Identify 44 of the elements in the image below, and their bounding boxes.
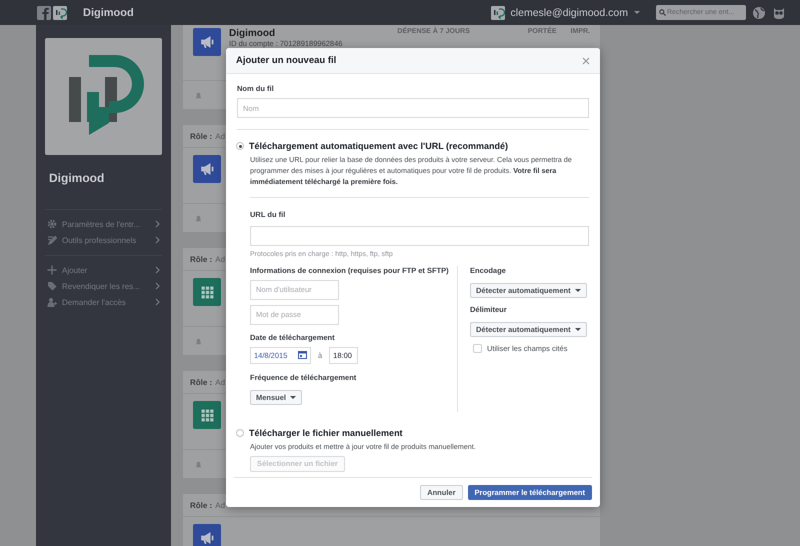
role-label: Rôle : (190, 500, 212, 510)
role-value: Ad (215, 500, 226, 510)
role-label: Rôle : (190, 254, 212, 264)
caret-icon[interactable] (634, 11, 640, 14)
bell-icon (194, 336, 203, 346)
bell-icon (194, 460, 203, 468)
page-title: Digimood (49, 171, 106, 185)
caret-icon (574, 288, 581, 292)
caret-icon (574, 328, 581, 330)
grid-icon (193, 278, 221, 306)
brand-name: Digimood (83, 6, 134, 18)
url-field[interactable] (250, 226, 589, 246)
calendar-icon[interactable] (298, 351, 307, 359)
owl-icon[interactable] (772, 6, 786, 20)
role-label: Rôle : (190, 132, 212, 140)
gear-icon (47, 219, 57, 229)
dialog-title: Ajouter un nouveau fil (236, 55, 336, 66)
pencil-icon (47, 235, 57, 245)
option-label: Téléchargement automatiquement avec l'URL (recommandé) (249, 141, 508, 151)
megaphone-icon (193, 524, 221, 546)
role-value: Ad (215, 378, 226, 386)
megaphone-icon (193, 155, 221, 183)
account-email[interactable]: clemesle@digimood.com (510, 6, 628, 18)
megaphone-icon (193, 28, 221, 56)
person-icon (47, 297, 57, 307)
facebook-icon[interactable] (37, 6, 51, 20)
radio-button[interactable] (236, 428, 244, 436)
radio-button[interactable] (236, 142, 244, 150)
role-value: Ad (215, 254, 226, 264)
close-icon[interactable] (582, 56, 590, 64)
bell-icon (194, 90, 203, 100)
bell-icon (194, 214, 203, 222)
plus-icon (47, 265, 57, 275)
grid-icon (193, 401, 221, 429)
account-name: Digimood (229, 28, 276, 39)
role-label: Rôle : (190, 378, 212, 386)
checkbox[interactable] (473, 344, 482, 352)
role-value: Ad (215, 132, 226, 140)
option-label: Télécharger le fichier manuellement (249, 428, 403, 438)
logo-icon[interactable] (53, 6, 67, 20)
logo-icon (490, 6, 505, 20)
tag-icon (47, 281, 57, 291)
globe-icon[interactable] (752, 6, 766, 20)
caret-icon (290, 396, 296, 398)
